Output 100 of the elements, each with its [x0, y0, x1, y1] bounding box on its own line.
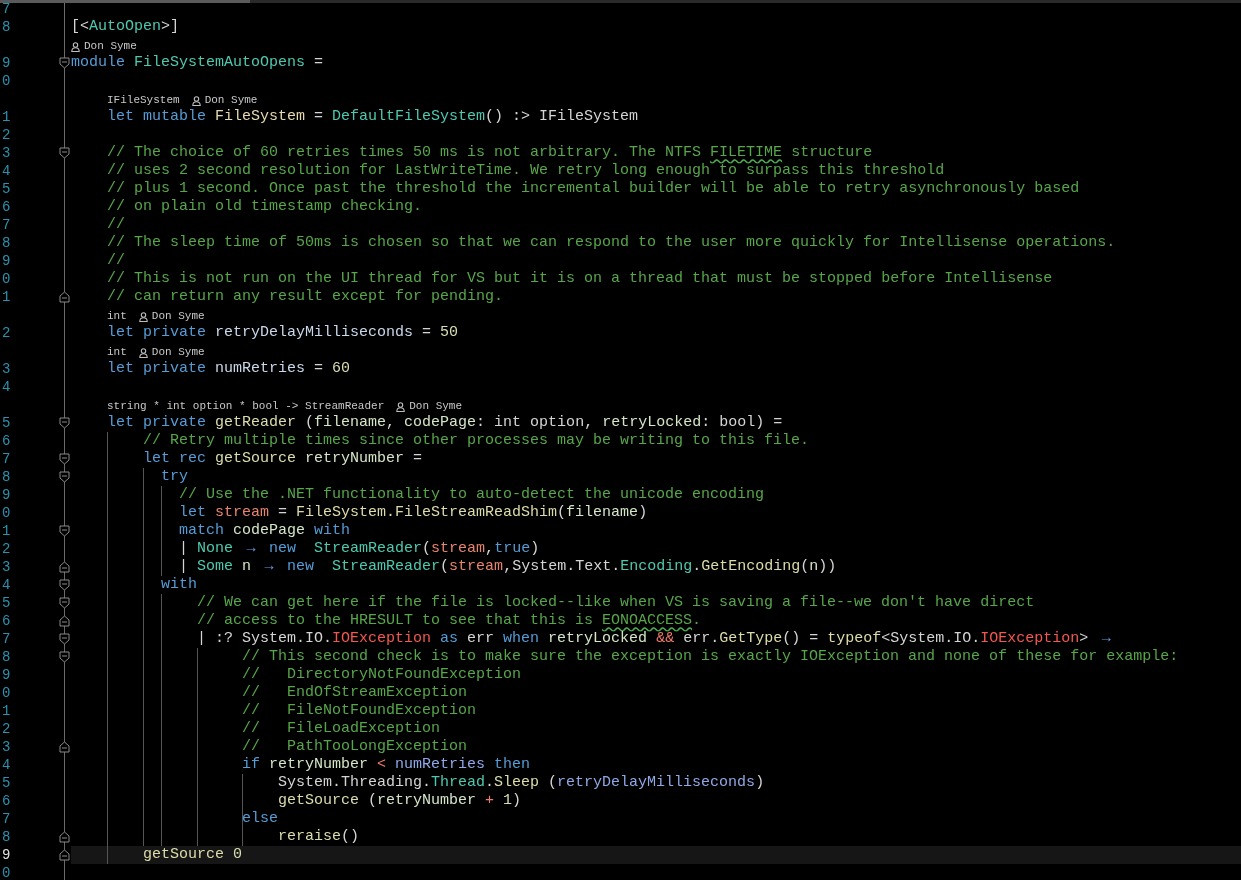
code-line: | Some n → new StreamReader(stream,System.Text.Encoding.GetEncoding(n))	[179, 558, 837, 576]
line-number: 1	[2, 702, 11, 720]
line-number: 5	[2, 594, 11, 612]
code-line: let stream = FileSystem.FileStreamReadShim(filename)	[179, 504, 648, 522]
code-comment: // The sleep time of 50ms is chosen so that we can respond to the user more quickly for Intellisense operations.	[107, 234, 1116, 252]
code-line: else	[242, 810, 278, 828]
code-line: try	[161, 468, 188, 486]
author-lens[interactable]: Don Syme	[84, 40, 137, 53]
code-line: match codePage with	[179, 522, 351, 540]
line-number: 9	[2, 54, 11, 72]
line-number: 1	[2, 288, 11, 306]
line-number: 8	[2, 234, 11, 252]
person-icon	[396, 401, 406, 412]
code-comment: // Use the .NET functionality to auto-detect the unicode encoding	[179, 486, 765, 504]
line-number: 8	[2, 18, 11, 36]
code-comment: //	[107, 252, 125, 270]
code-line: let private getReader (filename, codePage: int option, retryLocked: bool) =	[107, 414, 783, 432]
line-number: 4	[2, 756, 11, 774]
code-comment: // can return any result except for pending.	[107, 288, 504, 306]
type-signature-lens: string * int option * bool -> StreamReader	[107, 400, 385, 413]
fold-end-icon[interactable]	[59, 561, 70, 573]
author-lens[interactable]: Don Syme	[204, 94, 258, 107]
fold-collapse-icon[interactable]	[59, 147, 70, 159]
fold-collapse-icon[interactable]	[59, 471, 70, 483]
fold-end-icon[interactable]	[59, 615, 70, 627]
code-line: if retryNumber < numRetries then	[242, 756, 531, 774]
line-number: 0	[2, 270, 11, 288]
line-number: 3	[2, 144, 11, 162]
fold-end-icon[interactable]	[59, 291, 70, 303]
line-number: 5	[2, 774, 11, 792]
type-signature-lens: int	[107, 310, 127, 323]
code-line: with	[161, 576, 197, 594]
code-comment: // Retry multiple times since other processes may be writing to this file.	[143, 432, 810, 450]
person-icon	[138, 311, 148, 322]
code-line: reraise()	[278, 828, 360, 846]
code-line: getSource (retryNumber + 1)	[278, 792, 522, 810]
line-number: 2	[2, 324, 11, 342]
fold-end-icon[interactable]	[59, 741, 70, 753]
author-lens[interactable]: Don Syme	[409, 400, 463, 413]
line-number: 0	[2, 684, 11, 702]
code-line: module FileSystemAutoOpens =	[71, 54, 324, 72]
code-comment: // FileNotFoundException	[242, 702, 477, 720]
line-number: 3	[2, 738, 11, 756]
line-number: 1	[2, 108, 11, 126]
line-number: 1	[2, 522, 11, 540]
line-number: 4	[2, 576, 11, 594]
fold-collapse-icon[interactable]	[59, 651, 70, 663]
line-number: 0	[2, 72, 11, 90]
line-number: 6	[2, 612, 11, 630]
code-line: let rec getSource retryNumber =	[143, 450, 423, 468]
code-comment: // PathTooLongException	[242, 738, 468, 756]
line-number: 7	[2, 216, 11, 234]
author-lens[interactable]: Don Syme	[151, 310, 205, 323]
person-icon	[191, 95, 201, 106]
type-signature-lens: IFileSystem	[107, 94, 180, 107]
line-number: 9	[2, 252, 11, 270]
line-number: 6	[2, 792, 11, 810]
line-number: 2	[2, 540, 11, 558]
line-number: 5	[2, 180, 11, 198]
code-comment: // The choice of 60 retries times 50 ms is not arbitrary. The NTFS FILETIME structure	[107, 144, 873, 162]
line-number: 0	[2, 864, 11, 880]
fold-collapse-icon[interactable]	[59, 417, 70, 429]
line-number: 8	[2, 828, 11, 846]
code-line: let mutable FileSystem = DefaultFileSystem() :> IFileSystem	[107, 108, 639, 126]
fold-collapse-icon[interactable]	[59, 597, 70, 609]
code-comment: // We can get here if the file is locked--like when VS is saving a file--we don't have direct	[197, 594, 1035, 612]
line-number: 3	[2, 360, 11, 378]
code-comment: // This second check is to make sure the exception is exactly IOException and none of these for example:	[242, 648, 1179, 666]
fold-collapse-icon[interactable]	[59, 57, 70, 69]
code-line: | :? System.IO.IOException as err when retryLocked && err.GetType() = typeof<System.IO.IOException> →	[197, 630, 1112, 648]
line-number: 3	[2, 558, 11, 576]
fold-end-icon[interactable]	[59, 849, 70, 861]
fold-collapse-icon[interactable]	[59, 525, 70, 537]
fold-collapse-icon[interactable]	[59, 633, 70, 645]
fold-end-icon[interactable]	[59, 831, 70, 843]
code-line: System.Threading.Thread.Sleep (retryDelayMilliseconds)	[278, 774, 765, 792]
code-line: [<AutoOpen>]	[71, 18, 180, 36]
code-comment: // uses 2 second resolution for LastWriteTime. We retry long enough to surpass this threshold	[107, 162, 945, 180]
code-comment: // This is not run on the UI thread for VS but it is on a thread that must be stopped before Intellisense	[107, 270, 1053, 288]
fold-collapse-icon[interactable]	[59, 453, 70, 465]
fold-collapse-icon[interactable]	[59, 579, 70, 591]
code-line: let private numRetries = 60	[107, 360, 351, 378]
line-number: 9	[2, 486, 11, 504]
line-number: 6	[2, 432, 11, 450]
code-comment: // access to the HRESULT to see that this is EONOACCESS.	[197, 612, 702, 630]
line-number: 7	[2, 810, 11, 828]
line-number: 9	[2, 666, 11, 684]
line-number: 6	[2, 198, 11, 216]
line-number: 7	[2, 630, 11, 648]
author-lens[interactable]: Don Syme	[151, 346, 205, 359]
code-line: | None → new StreamReader(stream,true)	[179, 540, 540, 558]
code-comment: // on plain old timestamp checking.	[107, 198, 423, 216]
line-number: 8	[2, 648, 11, 666]
line-number: 0	[2, 504, 11, 522]
line-number: 4	[2, 378, 11, 396]
line-number: 7	[2, 0, 11, 18]
code-comment: // DirectoryNotFoundException	[242, 666, 522, 684]
code-comment: //	[107, 216, 125, 234]
line-number: 2	[2, 126, 11, 144]
line-number: 2	[2, 720, 11, 738]
